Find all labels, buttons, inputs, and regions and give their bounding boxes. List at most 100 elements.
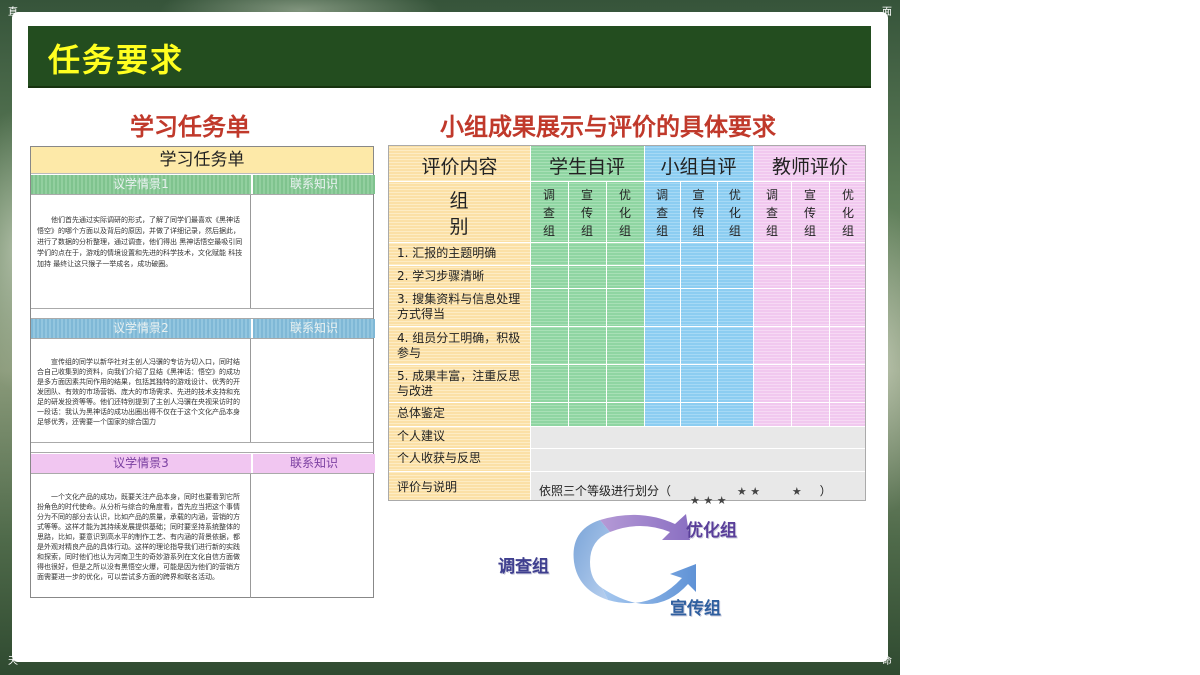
subgroup-char: 宣 — [803, 188, 816, 202]
title-banner: 任务要求 — [28, 26, 871, 88]
subgroup-char: 优 — [618, 188, 631, 202]
grid-line — [389, 265, 865, 266]
subgroup-char: 化 — [618, 206, 631, 220]
group-label: 组 — [449, 190, 469, 212]
grid-line — [389, 364, 865, 365]
cycle-arrow — [573, 520, 610, 600]
grid-line — [389, 181, 865, 182]
rating-note: 依照三个等级进行划分（ ★ ★ ★ ） — [539, 482, 832, 499]
slide-title: 任务要求 — [48, 41, 185, 79]
grid-line — [389, 402, 865, 403]
task-sheet: 学习任务单 议学情景1 联系知识 他们首先通过实际调研的形式，了解了同学们最喜欢… — [30, 146, 376, 598]
subgroup-label: 宣传组 — [692, 186, 706, 240]
subgroup-char: 传 — [580, 206, 593, 220]
subgroup-char: 组 — [618, 224, 631, 238]
case-text: 他们首先通过实际调研的形式，了解了同学们最喜欢《黑神话悟空》的哪个方面以及背后的… — [31, 195, 251, 308]
evaluation-table: 评价内容 学生自评 小组自评 教师评价 组 别 调查组宣传组优化组调查组宣传组优… — [388, 145, 866, 501]
grid-line — [829, 181, 830, 426]
case-title: 议学情景1 — [31, 175, 252, 194]
row-label: 2. 学习步骤清晰 — [397, 269, 485, 283]
divider — [31, 308, 373, 319]
subgroup-char: 调 — [542, 188, 555, 202]
subgroup-char: 传 — [692, 206, 705, 220]
subgroup-char: 宣 — [580, 188, 593, 202]
group-label: 别 — [449, 216, 469, 238]
row-label: 个人建议 — [397, 429, 446, 443]
grid-line — [568, 181, 569, 426]
grid-line — [680, 181, 681, 426]
subgroup-char: 查 — [765, 206, 778, 220]
row-label: 个人收获与反思 — [397, 451, 482, 465]
header-eval-content: 评价内容 — [421, 156, 498, 178]
cycle-arrow — [600, 514, 690, 540]
case-knowledge-label: 联系知识 — [253, 454, 376, 473]
grid-line — [717, 181, 718, 426]
row-label: 1. 汇报的主题明确 — [397, 246, 497, 260]
subgroup-char: 组 — [765, 224, 778, 238]
task-sheet-title: 学习任务单 — [31, 147, 373, 174]
subgroup-char: 组 — [656, 224, 669, 238]
grid-line — [389, 326, 865, 327]
subgroup-char: 查 — [542, 206, 555, 220]
divider — [31, 442, 373, 453]
header-student-self: 学生自评 — [548, 156, 625, 178]
rating-note-text: 依照三个等级进行划分（ — [539, 484, 672, 498]
grid-line — [606, 181, 607, 426]
cycle-label-survey: 调查组 — [498, 557, 549, 577]
row-label: 评价与说明 — [397, 480, 458, 494]
subgroup-char: 调 — [765, 188, 778, 202]
subgroup-char: 宣 — [692, 188, 705, 202]
subgroup-char: 化 — [728, 206, 741, 220]
row-label: 4. 组员分工明确，积极参与 — [397, 331, 521, 360]
grid-line — [389, 448, 865, 449]
subgroup-char: 组 — [542, 224, 555, 238]
case-body-3: 一个文化产品的成功，既要关注产品本身，同时也要看到它所扮角色的时代使命。从分析与… — [31, 473, 373, 598]
grid-line — [389, 242, 865, 243]
grid-line — [389, 426, 865, 427]
subgroup-label: 调查组 — [765, 186, 779, 240]
row-label: 5. 成果丰富，注重反思与改进 — [397, 369, 521, 398]
case-knowledge-label: 联系知识 — [253, 319, 376, 338]
subgroup-char: 组 — [692, 224, 705, 238]
slide-frame: 直 面 天 命 任务要求 学习任务单 小组成果展示与评价的具体要求 学习任务单 … — [0, 0, 900, 675]
subgroup-char: 组 — [803, 224, 816, 238]
grid-line — [389, 288, 865, 289]
header-teacher: 教师评价 — [771, 156, 848, 178]
case-header-1: 议学情景1 联系知识 — [31, 175, 376, 194]
left-section-title: 学习任务单 — [130, 112, 250, 141]
subgroup-label: 优化组 — [841, 186, 855, 240]
subgroup-char: 组 — [580, 224, 593, 238]
grid-line — [791, 181, 792, 426]
subgroup-label: 优化组 — [618, 186, 632, 240]
cycle-diagram: 调查组 优化组 宣传组 — [490, 500, 770, 620]
subgroup-char: 组 — [841, 224, 854, 238]
subgroup-char: 查 — [656, 206, 669, 220]
rating-note-close: ） — [819, 484, 832, 498]
subgroup-char: 优 — [728, 188, 741, 202]
subgroup-label: 调查组 — [542, 186, 556, 240]
cycle-label-optimize: 优化组 — [686, 521, 737, 541]
subgroup-char: 化 — [841, 206, 854, 220]
case-text: 宣传组的同学以新华社对主创人冯骥的专访为切入口，同时结合自己收集到的资料，向我们… — [31, 339, 251, 442]
header-group-self: 小组自评 — [660, 156, 737, 178]
rating-stars-3: ★ ★ — [736, 485, 761, 498]
subgroup-label: 宣传组 — [580, 186, 594, 240]
subgroup-char: 组 — [728, 224, 741, 238]
subgroup-char: 传 — [803, 206, 816, 220]
subgroup-label: 优化组 — [728, 186, 742, 240]
case-title: 议学情景3 — [31, 454, 252, 473]
cycle-label-promote: 宣传组 — [670, 599, 721, 619]
grid-line — [753, 146, 754, 426]
row-label: 总体鉴定 — [397, 406, 446, 420]
subgroup-label: 宣传组 — [803, 186, 817, 240]
case-header-3: 议学情景3 联系知识 — [31, 454, 376, 473]
case-text: 一个文化产品的成功，既要关注产品本身，同时也要看到它所扮角色的时代使命。从分析与… — [31, 474, 251, 598]
case-header-2: 议学情景2 联系知识 — [31, 319, 376, 338]
right-section-title: 小组成果展示与评价的具体要求 — [440, 112, 776, 141]
subgroup-char: 优 — [841, 188, 854, 202]
rating-stars-1: ★ — [791, 485, 802, 498]
case-title: 议学情景2 — [31, 319, 252, 338]
grid-line — [389, 471, 865, 472]
case-body-2: 宣传组的同学以新华社对主创人冯骥的专访为切入口，同时结合自己收集到的资料，向我们… — [31, 338, 373, 443]
subgroup-label: 调查组 — [655, 186, 669, 240]
